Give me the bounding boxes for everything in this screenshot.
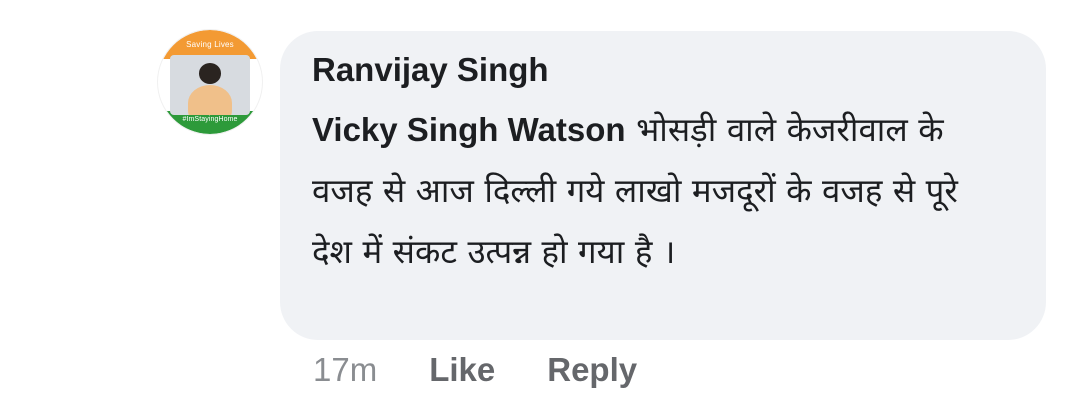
avatar-frame: Saving Lives #ImStayingHome xyxy=(158,30,262,134)
comment-bubble: Ranvijay Singh Vicky Singh Watson भोसड़ी… xyxy=(280,31,1046,340)
comment-message: Vicky Singh Watson भोसड़ी वाले केजरीवाल … xyxy=(312,99,1002,282)
comment-author-name[interactable]: Ranvijay Singh xyxy=(312,49,549,91)
user-avatar[interactable]: Saving Lives #ImStayingHome xyxy=(158,30,262,134)
reply-button[interactable]: Reply xyxy=(547,348,637,392)
mentioned-user-link[interactable]: Vicky Singh Watson xyxy=(312,111,626,148)
avatar-overlay-bottom-text: #ImStayingHome xyxy=(182,116,238,123)
avatar-photo xyxy=(170,54,250,116)
like-button[interactable]: Like xyxy=(429,348,495,392)
avatar-person-body xyxy=(187,85,233,116)
avatar-person-head xyxy=(198,63,222,84)
comment-actions-bar: 17m Like Reply xyxy=(313,348,637,392)
comment-timestamp[interactable]: 17m xyxy=(313,348,377,392)
avatar-overlay-top-text: Saving Lives xyxy=(186,40,234,49)
